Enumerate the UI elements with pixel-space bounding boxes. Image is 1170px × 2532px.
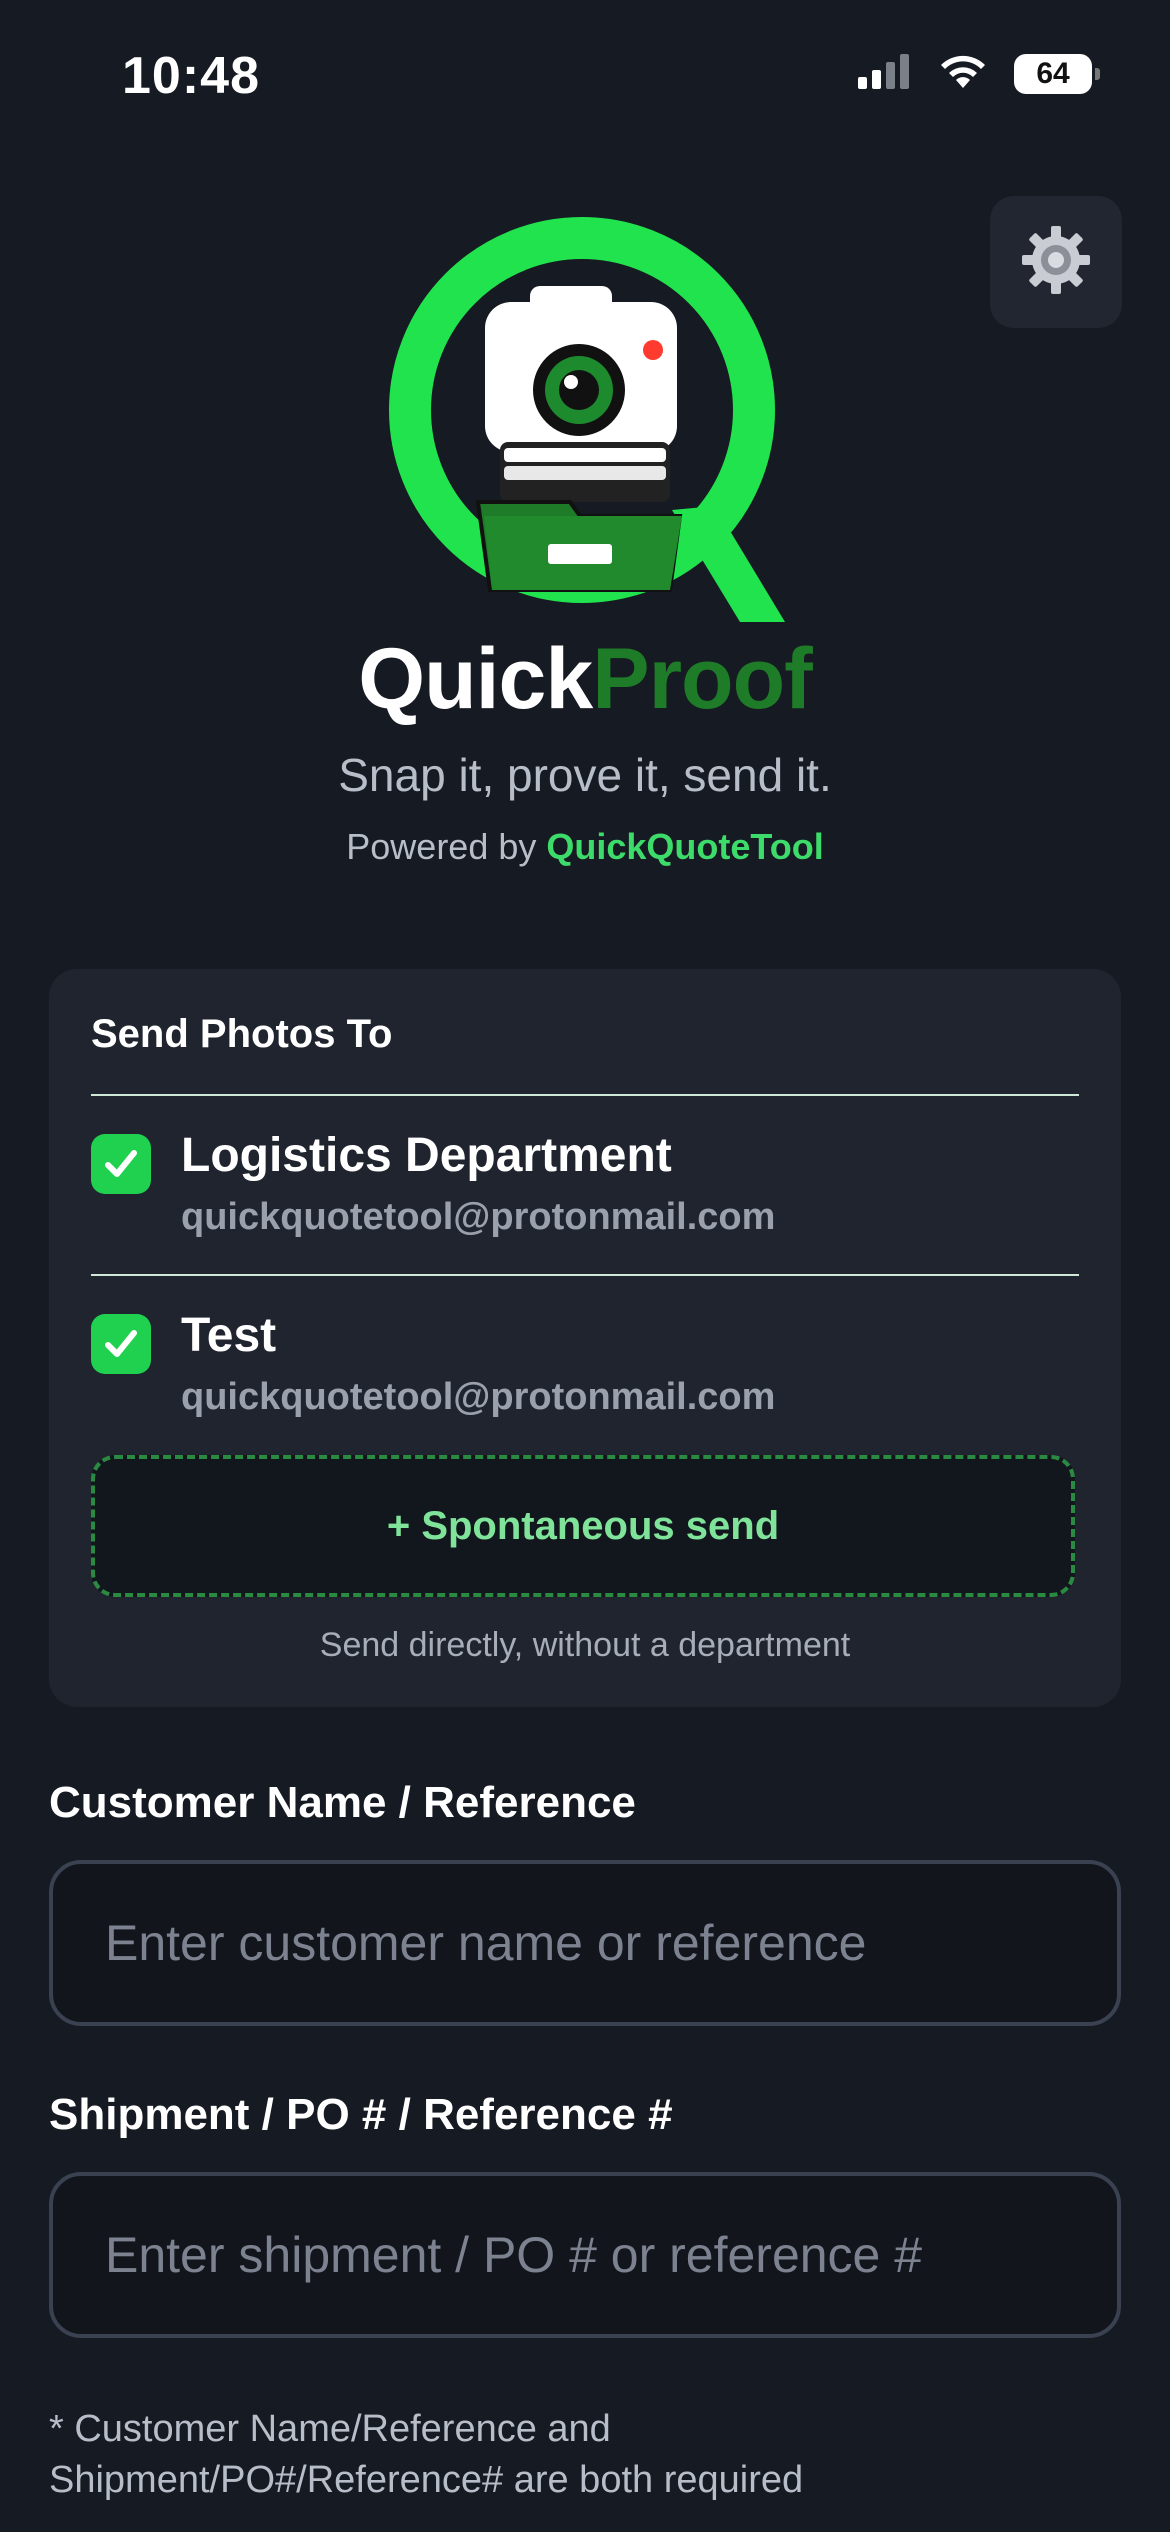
gear-icon [1020,224,1092,301]
spontaneous-send-button[interactable]: + Spontaneous send [91,1455,1075,1597]
signal-icon [856,53,912,94]
spontaneous-send-hint: Send directly, without a department [319,1626,851,1664]
tagline: Snap it, prove it, send it. [338,749,832,801]
checkbox-checked[interactable] [91,1314,151,1374]
brand-proof: Proof [592,631,813,727]
shipment-label: Shipment / PO # / Reference # [49,2090,673,2139]
shipment-input[interactable] [49,2172,1121,2338]
customer-input[interactable] [49,1860,1121,2026]
wifi-icon [938,52,988,95]
status-icons: 64 [856,52,1100,95]
powered-prefix: Powered by [346,826,537,867]
recipient-email: quickquotetool@protonmail.com [181,1196,776,1238]
checkmark-icon [105,1150,137,1177]
divider [91,1274,1079,1276]
footnote-line: * Customer Name/Reference and [49,2408,611,2450]
powered-by: Powered by QuickQuoteTool [0,826,1170,868]
powered-brand-link[interactable]: QuickQuoteTool [546,826,823,867]
checkmark-icon [105,1330,137,1357]
footnote-line: Shipment/PO#/Reference# are both require… [49,2459,804,2501]
recipient-name: Test [181,1309,277,1362]
divider [91,1094,1079,1096]
app-logo [380,210,800,630]
recipient-row[interactable]: Test quickquotetool@protonmail.com [91,1309,1081,1464]
brand-quick: Quick [358,631,593,727]
recipient-name: Logistics Department [181,1129,672,1182]
recipient-email: quickquotetool@protonmail.com [181,1376,776,1418]
recipient-row[interactable]: Logistics Department quickquotetool@prot… [91,1129,1081,1284]
brand-title: QuickProof [0,630,1170,729]
required-footnote: * Customer Name/Reference and Shipment/P… [49,2404,1049,2506]
customer-label: Customer Name / Reference [49,1778,636,1827]
status-time: 10:48 [122,47,260,105]
checkbox-checked[interactable] [91,1134,151,1194]
battery-icon: 64 [1014,53,1100,94]
settings-button[interactable] [990,196,1122,328]
send-photos-title: Send Photos To [91,1012,393,1056]
